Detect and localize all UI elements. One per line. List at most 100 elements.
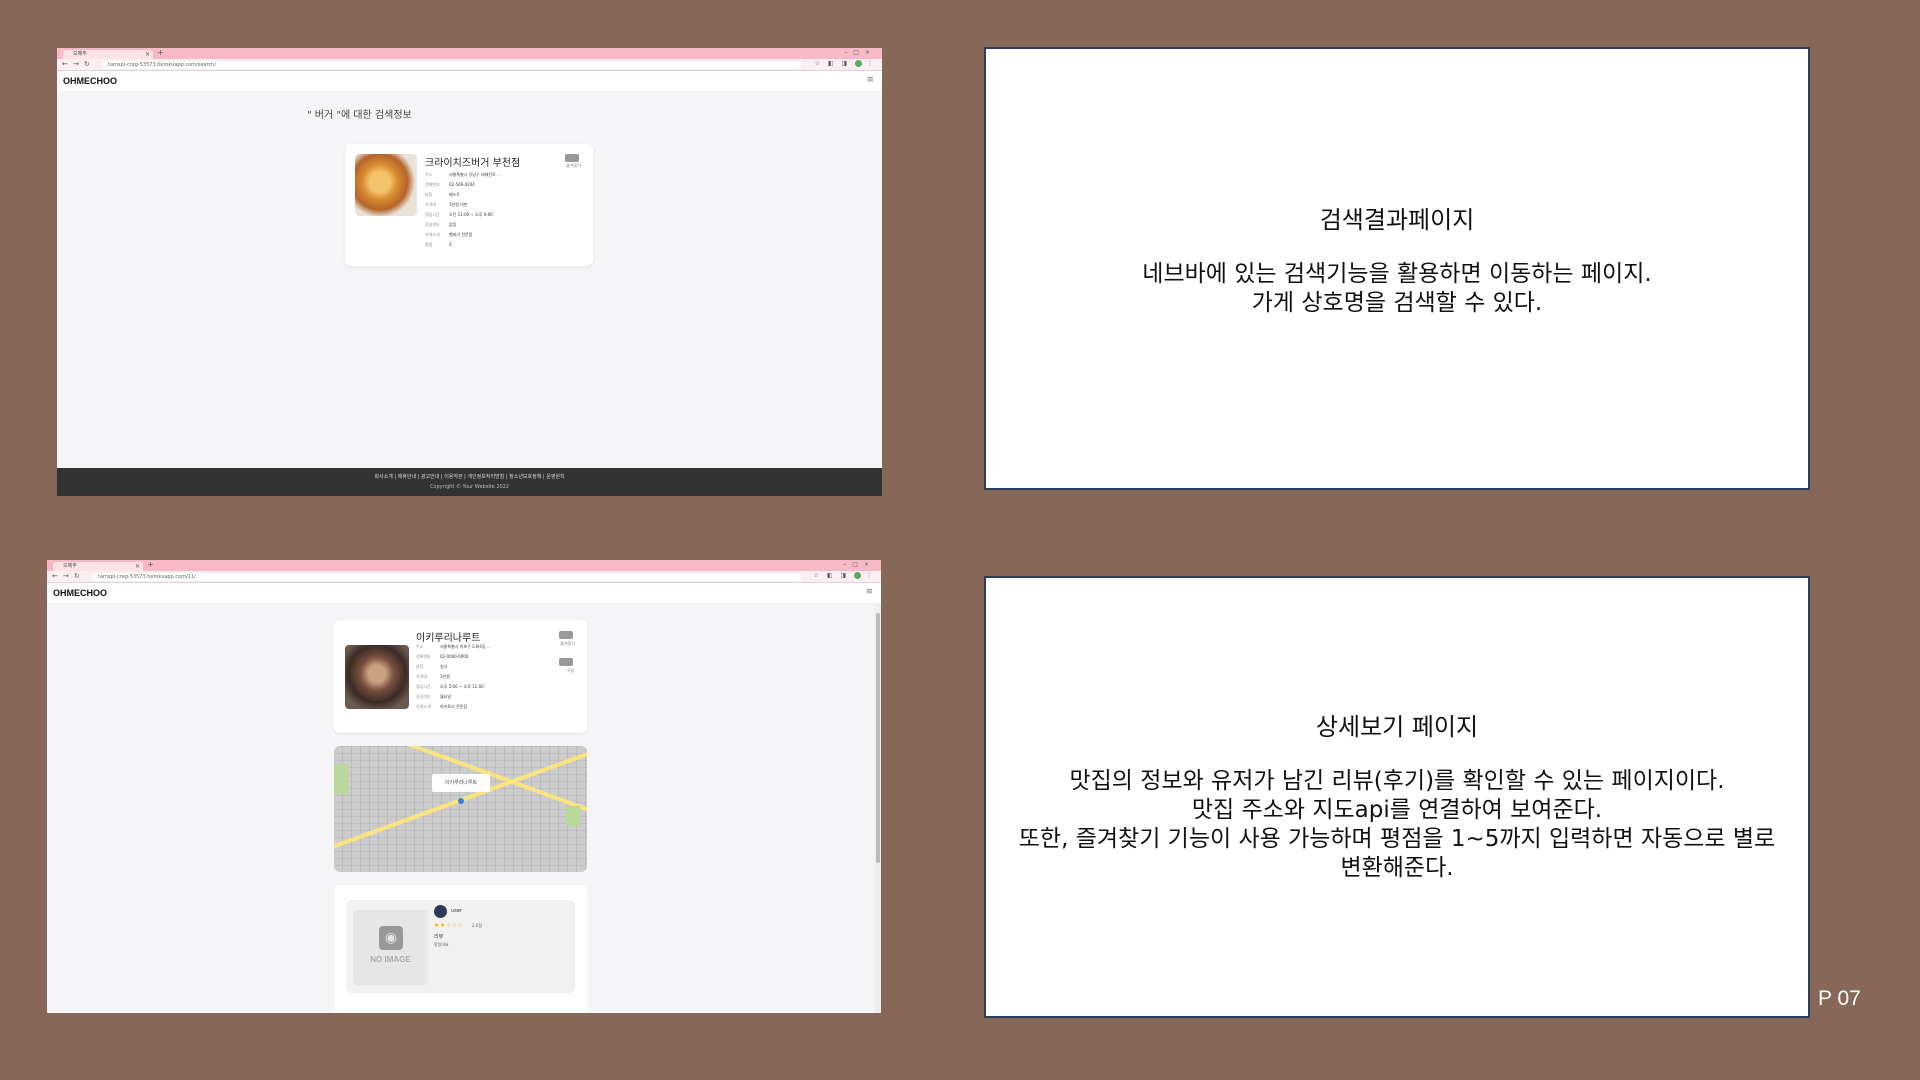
map-park: [334, 764, 348, 794]
info-row: 가격대 1만원 미만: [425, 200, 501, 210]
footer-links[interactable]: 회사소개 | 제휴안내 | 광고안내 | 이용약관 | 개인정보처리방침 | 청…: [57, 473, 882, 480]
close-icon[interactable]: ×: [135, 562, 140, 571]
info-row: 영업시간 오후 5:00 ~ 오후 11:00: [416, 682, 491, 692]
avatar: [434, 905, 447, 918]
new-tab-icon[interactable]: +: [147, 560, 154, 569]
browser-tab[interactable]: 오메추 ×: [53, 562, 143, 571]
info-label: 평점: [425, 242, 433, 247]
info-label: 주소: [425, 172, 433, 177]
camera-icon: ◉: [379, 926, 403, 950]
close-icon[interactable]: ×: [145, 50, 150, 59]
tab-title: 오메추: [73, 51, 87, 57]
info-value: 오후 5:00 ~ 오후 11:00: [440, 684, 484, 689]
review-body: 맛있어요: [434, 942, 449, 947]
profile-icon[interactable]: [854, 572, 862, 579]
url-input[interactable]: tamspl-crag-53573.herokuapp.com/search/: [102, 61, 802, 69]
bookmark-icon[interactable]: [559, 631, 573, 639]
info-label: 가게소개: [425, 232, 440, 237]
info-label: 전화번호: [416, 654, 431, 659]
detail-page-screenshot: 오메추 × + –□× ← → ↻ tamspl-crag-53573.hero…: [47, 560, 881, 1013]
back-icon[interactable]: ←: [52, 572, 58, 580]
url-input[interactable]: tamspl-crag-53573.herokuapp.com/11/: [92, 573, 801, 581]
profile-icon[interactable]: [855, 60, 863, 67]
browser-tab-bar: 오메추 × + –□×: [47, 560, 881, 571]
info-value: 월요일: [440, 694, 452, 699]
info-label: 휴일여부: [425, 222, 440, 227]
edit-icon[interactable]: [559, 658, 573, 666]
site-navbar: OHMECHOO ≡: [57, 71, 882, 91]
address-bar: ← → ↻ tamspl-crag-53573.herokuapp.com/11…: [47, 571, 881, 583]
info-row: 분류 패스트: [425, 190, 501, 200]
info-row: 주소 서울특별시 마포구 도화4길 ...: [416, 642, 491, 652]
window-controls[interactable]: –□×: [844, 49, 876, 56]
info-value: 서울특별시 강남구 테헤란로 ...: [449, 172, 501, 177]
site-logo[interactable]: OHMECHOO: [63, 76, 117, 86]
info-label: 휴일여부: [416, 694, 431, 699]
info-value: 패스트: [449, 192, 461, 197]
browser-tab[interactable]: 오메추 ×: [63, 50, 153, 59]
review-image-placeholder: ◉ NO IMAGE: [353, 910, 428, 985]
tab-title: 오메추: [63, 563, 77, 569]
info-label: 전화번호: [425, 182, 440, 187]
panel-text: 가게 상호명을 검색할 수 있다.: [1251, 289, 1543, 316]
info-value: 1만원: [440, 674, 450, 679]
window-controls[interactable]: –□×: [843, 561, 875, 568]
info-row: 영업시간 오전 11:00 ~ 오후 9:00: [425, 210, 501, 220]
info-label: 가게소개: [416, 704, 431, 709]
info-row: 휴일여부 없음: [425, 220, 501, 230]
info-value: 없음: [449, 222, 457, 227]
new-tab-icon[interactable]: +: [157, 48, 164, 57]
favorite-label: 즐겨찾기: [560, 641, 575, 646]
info-row: 분류 일식: [416, 662, 491, 672]
review-title: 리뷰: [434, 934, 444, 940]
review-section: ◉ NO IMAGE user ★★☆☆☆ 2.0점 리뷰 맛있어요: [334, 885, 587, 1013]
store-card[interactable]: 크라이치즈버거 부천점 즐겨찾기 주소 서울특별시 강남구 테헤란로 ... 전화…: [345, 144, 593, 266]
forward-icon[interactable]: →: [73, 60, 79, 68]
store-info: 주소 서울특별시 강남구 테헤란로 ... 전화번호 02-566-0244 분류 패…: [425, 170, 501, 250]
back-icon[interactable]: ←: [62, 60, 68, 68]
panel-text: 변환해준다.: [1340, 855, 1454, 881]
map-info-window: 이키루리나루트: [432, 774, 490, 792]
menu-icon[interactable]: ≡: [865, 587, 873, 597]
panel-title: 검색결과페이지: [1319, 205, 1475, 234]
info-label: 분류: [416, 664, 424, 669]
menu-icon[interactable]: ≡: [866, 75, 874, 85]
info-value: 02-566-0244: [449, 182, 475, 187]
page-number: P 07: [1818, 987, 1861, 1010]
site-footer: 회사소개 | 제휴안내 | 광고안내 | 이용약관 | 개인정보처리방침 | 청…: [57, 468, 882, 496]
site-logo[interactable]: OHMECHOO: [53, 588, 107, 598]
panel-text: 또한, 즐겨찾기 기능이 사용 가능하며 평점을 1~5까지 입력하면 자동으로…: [1018, 826, 1776, 852]
scrollbar-thumb[interactable]: [876, 613, 880, 863]
reload-icon[interactable]: ↻: [74, 572, 80, 580]
info-label: 가격대: [425, 202, 437, 207]
map-marker-icon[interactable]: [458, 798, 464, 804]
review-user: user: [451, 908, 462, 914]
extension-icons[interactable]: ☆ ◧ ◨ ⋮: [815, 60, 876, 67]
info-value: 02-0000-0000: [440, 654, 469, 659]
star-rating: ★★☆☆☆: [434, 922, 464, 929]
store-map[interactable]: 이키루리나루트: [334, 746, 587, 872]
site-navbar: OHMECHOO ≡: [47, 583, 881, 603]
info-value: 오전 11:00 ~ 오후 9:00: [449, 212, 493, 217]
extension-icons[interactable]: ☆ ◧ ◨ ⋮: [814, 572, 875, 579]
info-value: 일식: [440, 664, 448, 669]
info-row: 휴일여부 월요일: [416, 692, 491, 702]
info-row: 평점 0: [425, 240, 501, 250]
panel-text: 네브바에 있는 검색기능을 활용하면 이동하는 페이지.: [1142, 260, 1652, 287]
info-value: 1만원 미만: [449, 202, 468, 207]
store-name[interactable]: 크라이치즈버거 부천점: [425, 154, 520, 169]
info-row: 가격대 1만원: [416, 672, 491, 682]
info-row: 가게소개 햄버거 전문점: [425, 230, 501, 240]
scrollbar[interactable]: [875, 603, 881, 1013]
search-title: " 버거 "에 대한 검색정보: [307, 110, 412, 121]
bookmark-icon[interactable]: [565, 154, 579, 162]
info-row: 주소 서울특별시 강남구 테헤란로 ...: [425, 170, 501, 180]
info-row: 전화번호 02-566-0244: [425, 180, 501, 190]
search-result-screenshot: 오메추 × + –□× ← → ↻ tamspl-crag-53573.hero…: [57, 48, 882, 496]
browser-tab-bar: 오메추 × + –□×: [57, 48, 882, 59]
store-info: 주소 서울특별시 마포구 도화4길 ... 전화번호 02-0000-0000 분류…: [416, 642, 491, 712]
reload-icon[interactable]: ↻: [84, 60, 90, 68]
footer-copyright: Copyright © Your Website 2022: [429, 484, 510, 490]
forward-icon[interactable]: →: [63, 572, 69, 580]
info-label: 주소: [416, 644, 424, 649]
